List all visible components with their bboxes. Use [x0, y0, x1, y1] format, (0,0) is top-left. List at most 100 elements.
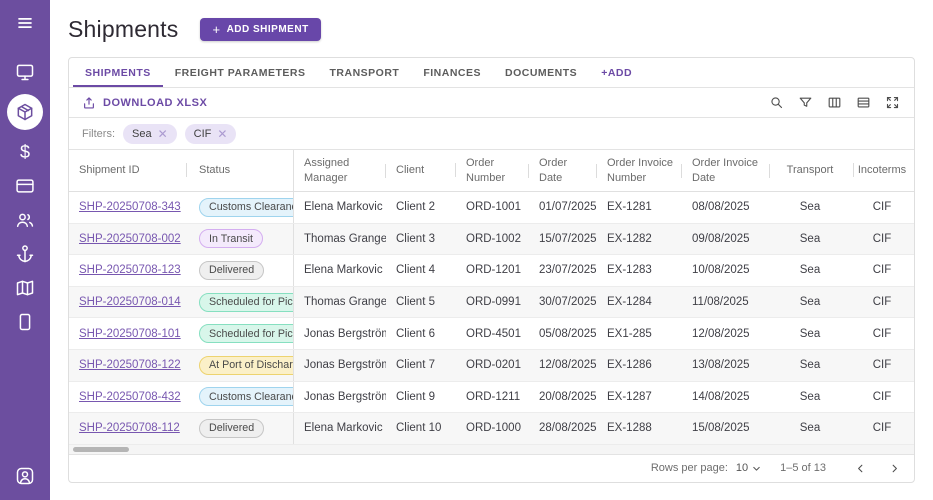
- add-shipment-button[interactable]: + ADD SHIPMENT: [200, 18, 320, 41]
- table-row: SHP-20250708-343Customs ClearanceElena M…: [69, 192, 914, 224]
- monitor-icon[interactable]: [13, 60, 37, 84]
- cell-order-date: 28/08/2025: [529, 413, 597, 444]
- cell-client: Client 5: [386, 287, 456, 318]
- cell-order-invoice-number: EX-1282: [597, 224, 682, 255]
- column-header-client[interactable]: Client: [386, 163, 456, 177]
- close-icon[interactable]: ✕: [158, 128, 168, 140]
- shipment-id-link[interactable]: SHP-20250708-122: [79, 359, 181, 371]
- shipment-id-link[interactable]: SHP-20250708-101: [79, 328, 181, 340]
- status-badge: Scheduled for Pickup: [199, 293, 294, 312]
- download-xlsx-button[interactable]: DOWNLOAD XLSX: [82, 96, 207, 110]
- map-icon[interactable]: [13, 276, 37, 300]
- cell-order-invoice-date: 15/08/2025: [682, 413, 770, 444]
- cell-order-number: ORD-0991: [456, 287, 529, 318]
- cell-order-date: 30/07/2025: [529, 287, 597, 318]
- cell-order-invoice-number: EX-1286: [597, 350, 682, 381]
- shipment-id-link[interactable]: SHP-20250708-112: [79, 422, 180, 434]
- cell-shipment-id: SHP-20250708-343: [69, 192, 187, 223]
- tab-documents[interactable]: DOCUMENTS: [493, 58, 589, 87]
- status-badge: Customs Clearance: [199, 387, 294, 406]
- filter-chip-sea[interactable]: Sea ✕: [123, 124, 177, 144]
- cell-transport: Sea: [770, 255, 854, 286]
- filter-icon[interactable]: [796, 94, 814, 112]
- cell-client: Client 9: [386, 382, 456, 413]
- cell-transport: Sea: [770, 350, 854, 381]
- column-header-transport[interactable]: Transport: [770, 163, 854, 177]
- table-row: SHP-20250708-101Scheduled for PickupJona…: [69, 318, 914, 350]
- table-body: SHP-20250708-343Customs ClearanceElena M…: [69, 192, 914, 445]
- status-badge: In Transit: [199, 229, 263, 248]
- anchor-icon[interactable]: [13, 242, 37, 266]
- status-badge: Customs Clearance: [199, 198, 294, 217]
- table-row: SHP-20250708-014Scheduled for PickupThom…: [69, 287, 914, 319]
- filters-label: Filters:: [82, 128, 115, 140]
- cell-order-date: 05/08/2025: [529, 318, 597, 349]
- tab-finances[interactable]: FINANCES: [411, 58, 493, 87]
- cell-shipment-id: SHP-20250708-014: [69, 287, 187, 318]
- account-icon[interactable]: [13, 464, 37, 488]
- chevron-right-icon[interactable]: [884, 458, 904, 478]
- column-header-assigned-manager[interactable]: Assigned Manager: [294, 156, 386, 185]
- cell-transport: Sea: [770, 224, 854, 255]
- table-toolbar: DOWNLOAD XLSX: [69, 88, 914, 118]
- chevron-left-icon[interactable]: [850, 458, 870, 478]
- shipment-id-link[interactable]: SHP-20250708-343: [79, 201, 181, 213]
- tab-shipments[interactable]: SHIPMENTS: [73, 58, 163, 87]
- cell-assigned-manager: Elena Markovic: [294, 413, 386, 444]
- table-row: SHP-20250708-122 At Port of DischargeJona…: [69, 350, 914, 382]
- cell-status: Customs Clearance: [187, 382, 294, 413]
- horizontal-scrollbar[interactable]: [69, 445, 914, 454]
- columns-icon[interactable]: [825, 94, 843, 112]
- table-tools: [767, 94, 901, 112]
- fullscreen-icon[interactable]: [883, 94, 901, 112]
- status-badge: At Port of Discharge: [199, 356, 294, 375]
- shipment-id-link[interactable]: SHP-20250708-014: [79, 296, 181, 308]
- dollar-icon[interactable]: $: [13, 140, 37, 164]
- search-icon[interactable]: [767, 94, 785, 112]
- rows-per-page-label: Rows per page:: [651, 462, 728, 474]
- column-header-status[interactable]: Status: [187, 150, 294, 191]
- cell-status: Customs Clearance: [187, 192, 294, 223]
- density-icon[interactable]: [854, 94, 872, 112]
- cell-assigned-manager: Jonas Bergström: [294, 382, 386, 413]
- menu-icon[interactable]: [13, 11, 37, 35]
- close-icon[interactable]: ✕: [217, 128, 227, 140]
- cell-order-invoice-date: 10/08/2025: [682, 255, 770, 286]
- cell-order-number: ORD-1000: [456, 413, 529, 444]
- shipment-id-link[interactable]: SHP-20250708-002: [79, 233, 181, 245]
- cell-order-invoice-number: EX1-285: [597, 318, 682, 349]
- cell-order-invoice-number: EX-1284: [597, 287, 682, 318]
- column-header-shipment-id[interactable]: Shipment ID: [69, 163, 187, 177]
- cell-order-number: ORD-1002: [456, 224, 529, 255]
- rows-per-page-select[interactable]: 10: [736, 462, 762, 474]
- cell-transport: Sea: [770, 382, 854, 413]
- cell-incoterms: CIF: [854, 413, 914, 444]
- filters-row: Filters: Sea ✕ CIF ✕: [69, 118, 914, 150]
- shipment-id-link[interactable]: SHP-20250708-432: [79, 391, 181, 403]
- column-header-incoterms[interactable]: Incoterms: [854, 163, 914, 177]
- table-row: SHP-20250708-432 Customs ClearanceJonas B…: [69, 382, 914, 414]
- credit-card-icon[interactable]: [13, 174, 37, 198]
- tab-add[interactable]: +ADD: [589, 58, 644, 87]
- filter-chip-cif[interactable]: CIF ✕: [185, 124, 237, 144]
- cell-order-date: 12/08/2025: [529, 350, 597, 381]
- cell-assigned-manager: Jonas Bergström: [294, 350, 386, 381]
- users-icon[interactable]: [13, 208, 37, 232]
- tab-transport[interactable]: TRANSPORT: [318, 58, 412, 87]
- cell-shipment-id: SHP-20250708-122: [69, 350, 187, 381]
- cell-order-number: ORD-1201: [456, 255, 529, 286]
- cell-status: In Transit: [187, 224, 294, 255]
- package-icon[interactable]: [7, 94, 43, 130]
- tab-freight-parameters[interactable]: FREIGHT PARAMETERS: [163, 58, 318, 87]
- book-icon[interactable]: [13, 310, 37, 334]
- cell-order-invoice-date: 12/08/2025: [682, 318, 770, 349]
- cell-incoterms: CIF: [854, 287, 914, 318]
- column-header-order-number[interactable]: Order Number: [456, 156, 529, 185]
- shipment-id-link[interactable]: SHP-20250708-123: [79, 264, 181, 276]
- scrollbar-thumb[interactable]: [73, 447, 129, 452]
- column-header-order-invoice-number[interactable]: Order Invoice Number: [597, 156, 682, 185]
- cell-order-number: ORD-1001: [456, 192, 529, 223]
- column-header-order-invoice-date[interactable]: Order Invoice Date: [682, 156, 770, 185]
- column-header-order-date[interactable]: Order Date: [529, 156, 597, 185]
- cell-client: Client 7: [386, 350, 456, 381]
